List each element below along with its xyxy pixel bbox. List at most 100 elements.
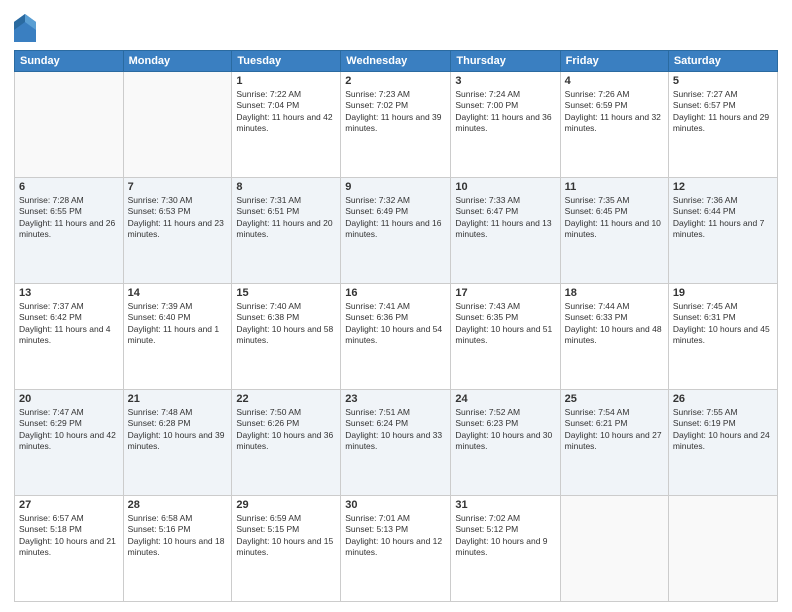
day-cell: 5 Sunrise: 7:27 AM Sunset: 6:57 PM Daylig… xyxy=(668,72,777,178)
day-cell: 15 Sunrise: 7:40 AM Sunset: 6:38 PM Dayli… xyxy=(232,284,341,390)
calendar-table: Sunday Monday Tuesday Wednesday Thursday… xyxy=(14,50,778,602)
day-cell: 26Sunrise: 7:55 AM Sunset: 6:19 PM Dayli… xyxy=(668,390,777,496)
day-content: Sunrise: 7:44 AM Sunset: 6:33 PM Dayligh… xyxy=(565,301,664,347)
day-cell: 13 Sunrise: 7:37 AM Sunset: 6:42 PM Dayli… xyxy=(15,284,124,390)
day-cell: 8 Sunrise: 7:31 AM Sunset: 6:51 PM Daylig… xyxy=(232,178,341,284)
day-number: 6 xyxy=(19,181,119,193)
day-cell: 22 Sunrise: 7:50 AM Sunset: 6:26 PM Dayli… xyxy=(232,390,341,496)
col-friday: Friday xyxy=(560,51,668,72)
day-content: Sunrise: 7:27 AM Sunset: 6:57 PM Dayligh… xyxy=(673,89,773,135)
col-monday: Monday xyxy=(123,51,232,72)
day-content: Sunrise: 7:36 AM Sunset: 6:44 PM Dayligh… xyxy=(673,195,773,241)
day-cell: 10 Sunrise: 7:33 AM Sunset: 6:47 PM Dayli… xyxy=(451,178,560,284)
day-content: Sunrise: 7:26 AM Sunset: 6:59 PM Dayligh… xyxy=(565,89,664,135)
day-content: Sunrise: 7:51 AM Sunset: 6:24 PM Dayligh… xyxy=(345,407,446,453)
day-content: Sunrise: 7:39 AM Sunset: 6:40 PM Dayligh… xyxy=(128,301,228,347)
day-number: 15 xyxy=(236,287,336,299)
week-row-1: 1 Sunrise: 7:22 AM Sunset: 7:04 PM Daylig… xyxy=(15,72,778,178)
day-number: 29 xyxy=(236,499,336,511)
day-number: 31 xyxy=(455,499,555,511)
day-number: 17 xyxy=(455,287,555,299)
col-saturday: Saturday xyxy=(668,51,777,72)
day-cell: 18Sunrise: 7:44 AM Sunset: 6:33 PM Dayli… xyxy=(560,284,668,390)
week-row-2: 6 Sunrise: 7:28 AM Sunset: 6:55 PM Daylig… xyxy=(15,178,778,284)
day-content: Sunrise: 7:23 AM Sunset: 7:02 PM Dayligh… xyxy=(345,89,446,135)
day-cell: 14 Sunrise: 7:39 AM Sunset: 6:40 PM Dayli… xyxy=(123,284,232,390)
day-cell: 3 Sunrise: 7:24 AM Sunset: 7:00 PM Daylig… xyxy=(451,72,560,178)
day-number: 2 xyxy=(345,75,446,87)
day-content: Sunrise: 7:30 AM Sunset: 6:53 PM Dayligh… xyxy=(128,195,228,241)
day-number: 7 xyxy=(128,181,228,193)
day-number: 27 xyxy=(19,499,119,511)
day-cell: 20 Sunrise: 7:47 AM Sunset: 6:29 PM Dayli… xyxy=(15,390,124,496)
day-number: 3 xyxy=(455,75,555,87)
day-cell: 2 Sunrise: 7:23 AM Sunset: 7:02 PM Daylig… xyxy=(341,72,451,178)
day-cell: 6 Sunrise: 7:28 AM Sunset: 6:55 PM Daylig… xyxy=(15,178,124,284)
day-number: 14 xyxy=(128,287,228,299)
day-cell: 9Sunrise: 7:32 AM Sunset: 6:49 PM Daylig… xyxy=(341,178,451,284)
day-content: Sunrise: 6:59 AM Sunset: 5:15 PM Dayligh… xyxy=(236,513,336,559)
logo xyxy=(14,14,38,42)
day-number: 21 xyxy=(128,393,228,405)
day-number: 1 xyxy=(236,75,336,87)
day-cell: 28Sunrise: 6:58 AM Sunset: 5:16 PM Dayli… xyxy=(123,496,232,602)
day-cell: 24 Sunrise: 7:52 AM Sunset: 6:23 PM Dayli… xyxy=(451,390,560,496)
day-cell: 25 Sunrise: 7:54 AM Sunset: 6:21 PM Dayli… xyxy=(560,390,668,496)
week-row-5: 27 Sunrise: 6:57 AM Sunset: 5:18 PM Dayli… xyxy=(15,496,778,602)
day-number: 24 xyxy=(455,393,555,405)
day-cell: 27 Sunrise: 6:57 AM Sunset: 5:18 PM Dayli… xyxy=(15,496,124,602)
day-content: Sunrise: 7:48 AM Sunset: 6:28 PM Dayligh… xyxy=(128,407,228,453)
day-cell: 4 Sunrise: 7:26 AM Sunset: 6:59 PM Daylig… xyxy=(560,72,668,178)
day-number: 20 xyxy=(19,393,119,405)
day-number: 5 xyxy=(673,75,773,87)
day-cell: 23 Sunrise: 7:51 AM Sunset: 6:24 PM Dayli… xyxy=(341,390,451,496)
day-content: Sunrise: 7:54 AM Sunset: 6:21 PM Dayligh… xyxy=(565,407,664,453)
col-thursday: Thursday xyxy=(451,51,560,72)
header-row: Sunday Monday Tuesday Wednesday Thursday… xyxy=(15,51,778,72)
day-content: Sunrise: 7:33 AM Sunset: 6:47 PM Dayligh… xyxy=(455,195,555,241)
day-content: Sunrise: 7:31 AM Sunset: 6:51 PM Dayligh… xyxy=(236,195,336,241)
day-content: Sunrise: 7:37 AM Sunset: 6:42 PM Dayligh… xyxy=(19,301,119,347)
day-number: 22 xyxy=(236,393,336,405)
day-cell: 1 Sunrise: 7:22 AM Sunset: 7:04 PM Daylig… xyxy=(232,72,341,178)
day-number: 13 xyxy=(19,287,119,299)
day-cell: 31Sunrise: 7:02 AM Sunset: 5:12 PM Dayli… xyxy=(451,496,560,602)
day-number: 28 xyxy=(128,499,228,511)
day-cell xyxy=(15,72,124,178)
col-tuesday: Tuesday xyxy=(232,51,341,72)
day-cell: 12 Sunrise: 7:36 AM Sunset: 6:44 PM Dayli… xyxy=(668,178,777,284)
day-cell xyxy=(560,496,668,602)
day-content: Sunrise: 7:40 AM Sunset: 6:38 PM Dayligh… xyxy=(236,301,336,347)
col-sunday: Sunday xyxy=(15,51,124,72)
day-content: Sunrise: 7:43 AM Sunset: 6:35 PM Dayligh… xyxy=(455,301,555,347)
day-number: 23 xyxy=(345,393,446,405)
day-cell: 19Sunrise: 7:45 AM Sunset: 6:31 PM Dayli… xyxy=(668,284,777,390)
day-number: 25 xyxy=(565,393,664,405)
week-row-4: 20 Sunrise: 7:47 AM Sunset: 6:29 PM Dayli… xyxy=(15,390,778,496)
day-cell: 30Sunrise: 7:01 AM Sunset: 5:13 PM Dayli… xyxy=(341,496,451,602)
day-content: Sunrise: 7:22 AM Sunset: 7:04 PM Dayligh… xyxy=(236,89,336,135)
page: Sunday Monday Tuesday Wednesday Thursday… xyxy=(0,0,792,612)
day-number: 10 xyxy=(455,181,555,193)
day-number: 12 xyxy=(673,181,773,193)
header xyxy=(14,10,778,42)
day-content: Sunrise: 7:24 AM Sunset: 7:00 PM Dayligh… xyxy=(455,89,555,135)
day-cell: 16 Sunrise: 7:41 AM Sunset: 6:36 PM Dayli… xyxy=(341,284,451,390)
day-content: Sunrise: 7:28 AM Sunset: 6:55 PM Dayligh… xyxy=(19,195,119,241)
day-content: Sunrise: 7:41 AM Sunset: 6:36 PM Dayligh… xyxy=(345,301,446,347)
day-content: Sunrise: 7:55 AM Sunset: 6:19 PM Dayligh… xyxy=(673,407,773,453)
day-cell xyxy=(123,72,232,178)
day-content: Sunrise: 7:47 AM Sunset: 6:29 PM Dayligh… xyxy=(19,407,119,453)
day-number: 4 xyxy=(565,75,664,87)
day-cell: 21 Sunrise: 7:48 AM Sunset: 6:28 PM Dayli… xyxy=(123,390,232,496)
day-content: Sunrise: 7:45 AM Sunset: 6:31 PM Dayligh… xyxy=(673,301,773,347)
day-number: 30 xyxy=(345,499,446,511)
day-cell: 17 Sunrise: 7:43 AM Sunset: 6:35 PM Dayli… xyxy=(451,284,560,390)
day-content: Sunrise: 7:52 AM Sunset: 6:23 PM Dayligh… xyxy=(455,407,555,453)
day-content: Sunrise: 7:50 AM Sunset: 6:26 PM Dayligh… xyxy=(236,407,336,453)
day-content: Sunrise: 7:32 AM Sunset: 6:49 PM Dayligh… xyxy=(345,195,446,241)
day-content: Sunrise: 6:57 AM Sunset: 5:18 PM Dayligh… xyxy=(19,513,119,559)
week-row-3: 13 Sunrise: 7:37 AM Sunset: 6:42 PM Dayli… xyxy=(15,284,778,390)
day-number: 16 xyxy=(345,287,446,299)
day-number: 8 xyxy=(236,181,336,193)
